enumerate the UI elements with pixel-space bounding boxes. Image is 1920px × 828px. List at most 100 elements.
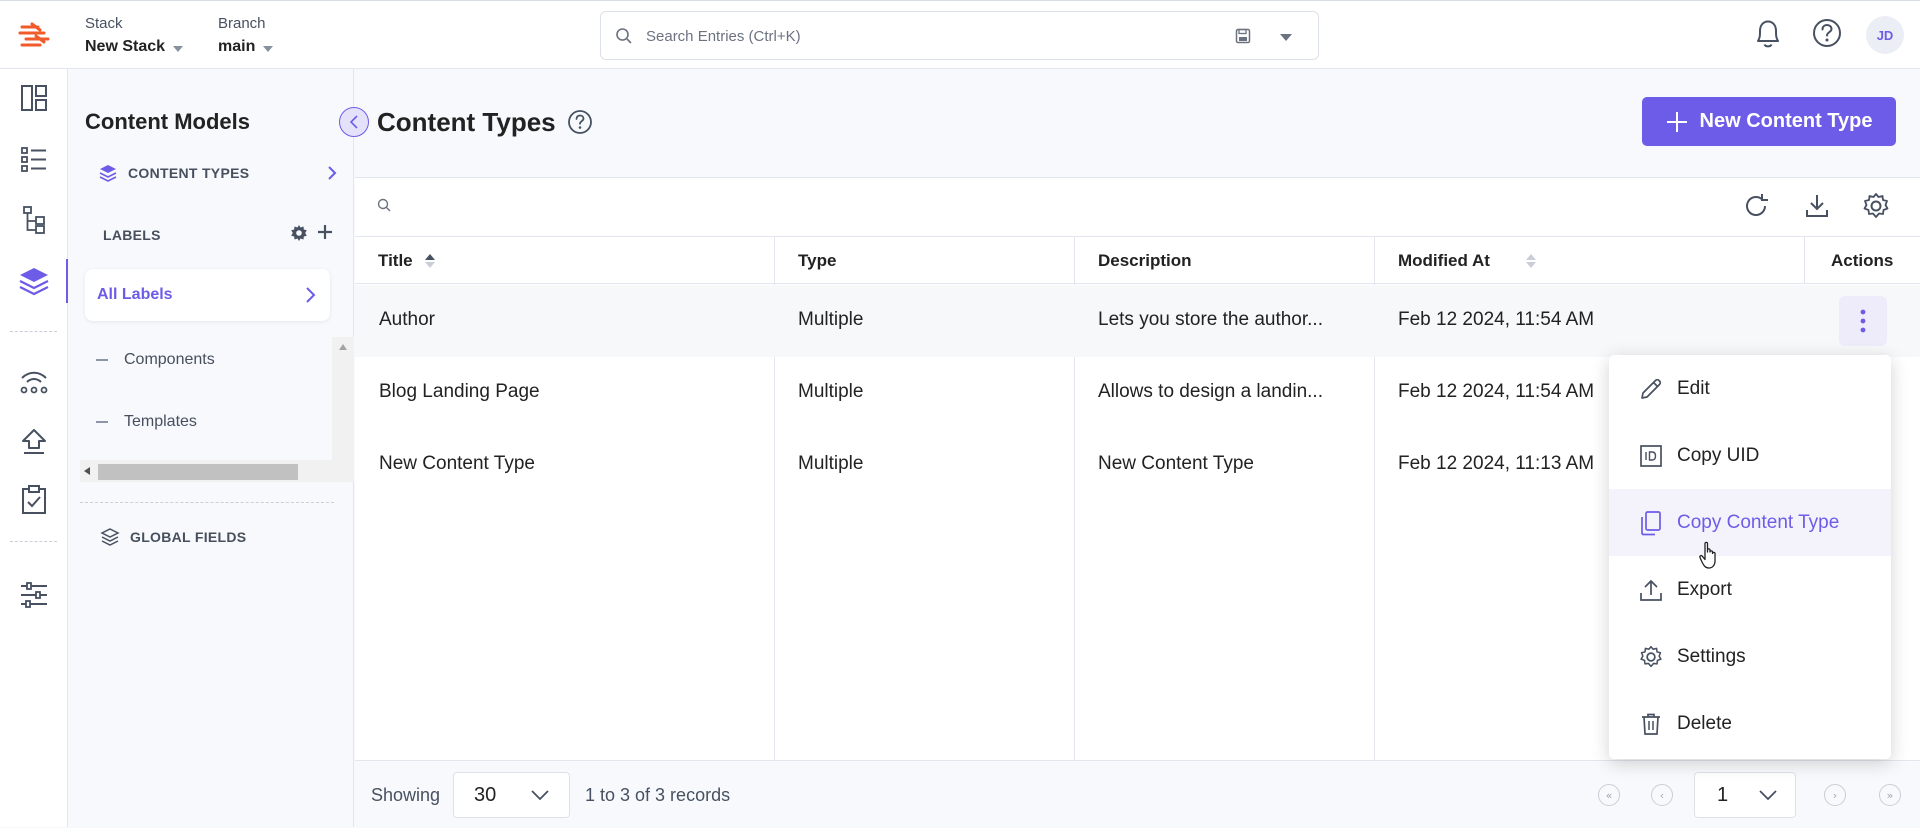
column-header-text: Description (1098, 251, 1192, 270)
cell-type: Multiple (798, 309, 864, 330)
gear-icon[interactable] (290, 224, 308, 242)
cell-modified: Feb 12 2024, 11:13 AM (1398, 453, 1595, 474)
column-header-text: Type (798, 251, 837, 270)
label-item-templates[interactable]: Templates (96, 413, 197, 431)
table-search-icon[interactable] (377, 198, 391, 212)
cell-type: Multiple (798, 453, 864, 474)
column-header-title[interactable]: Title (378, 251, 435, 271)
column-header-text: Title (378, 251, 413, 270)
search-placeholder: Search Entries (Ctrl+K) (646, 28, 801, 45)
menu-item-copy-content-type[interactable]: Copy Content Type (1609, 489, 1891, 556)
notifications-bell-icon[interactable] (1752, 17, 1784, 51)
more-vertical-icon (1860, 309, 1866, 333)
all-labels-text: All Labels (97, 286, 173, 303)
row-actions-button[interactable] (1839, 296, 1887, 346)
column-header-modified-at[interactable]: Modified At (1398, 251, 1536, 271)
pencil-icon (1641, 378, 1662, 399)
menu-item-delete[interactable]: Delete (1609, 690, 1891, 757)
upload-export-icon (1640, 579, 1662, 601)
content-types-nav[interactable]: CONTENT TYPES (98, 163, 338, 183)
entries-list-icon[interactable] (18, 143, 50, 175)
cell-title[interactable]: Blog Landing Page (379, 381, 540, 403)
contentstack-logo[interactable] (18, 21, 50, 51)
sort-icon[interactable] (1525, 254, 1536, 268)
menu-item-label: Delete (1677, 712, 1732, 734)
saved-searches-icon[interactable] (1235, 28, 1251, 44)
avatar[interactable]: JD (1866, 16, 1904, 54)
content-models-icon[interactable] (18, 265, 50, 297)
refresh-icon[interactable] (1742, 192, 1770, 220)
menu-item-copy-uid[interactable]: Copy UID (1609, 422, 1891, 489)
add-label-icon[interactable] (317, 224, 333, 240)
scroll-up-arrow-icon[interactable] (338, 343, 348, 351)
branch-switcher[interactable]: Branch main (218, 15, 274, 56)
last-page-button[interactable]: » (1879, 784, 1901, 806)
content-models-panel: Content Models CONTENT TYPES LABELS All … (68, 69, 354, 827)
plus-icon (1666, 111, 1687, 132)
cell-title[interactable]: New Content Type (379, 453, 535, 475)
menu-item-label: Settings (1677, 645, 1746, 667)
global-fields-label: GLOBAL FIELDS (130, 529, 247, 545)
menu-item-label: Export (1677, 578, 1732, 600)
settings-sliders-icon[interactable] (18, 579, 50, 611)
records-count: 1 to 3 of 3 records (585, 785, 731, 805)
search-dropdown-icon[interactable] (1280, 34, 1292, 41)
table-row[interactable]: Author Multiple Lets you store the autho… (355, 285, 1920, 357)
new-content-type-button[interactable]: New Content Type (1642, 97, 1896, 146)
page-title: Content Types (377, 107, 556, 137)
panel-title: Content Models (85, 109, 250, 134)
showing-label: Showing (371, 785, 441, 805)
labels-heading: LABELS (103, 227, 161, 243)
menu-item-export[interactable]: Export (1609, 556, 1891, 623)
cell-title[interactable]: Author (379, 309, 435, 331)
releases-icon[interactable] (18, 484, 50, 516)
chevron-right-icon (328, 166, 337, 180)
search-entries-input[interactable]: Search Entries (Ctrl+K) (600, 11, 1319, 60)
dash-icon (96, 421, 108, 423)
global-fields-icon (100, 528, 120, 546)
help-icon[interactable] (1811, 17, 1843, 49)
collapse-panel-button[interactable] (339, 107, 369, 137)
table-settings-gear-icon[interactable] (1862, 192, 1890, 220)
dashboard-icon[interactable] (18, 82, 50, 114)
column-header-text: Actions (1831, 251, 1894, 270)
page-size-value: 30 (474, 783, 497, 806)
column-header-description: Description (1098, 251, 1192, 271)
export-download-icon[interactable] (1803, 192, 1831, 220)
chevron-down-icon (173, 45, 184, 52)
page-size-select[interactable]: 30 (453, 772, 570, 818)
top-bar: Stack New Stack Branch main Search Entri… (0, 0, 1920, 69)
scroll-thumb[interactable] (98, 464, 298, 480)
chevron-down-icon (1759, 790, 1777, 800)
global-fields-nav[interactable]: GLOBAL FIELDS (100, 527, 246, 547)
menu-item-label: Copy UID (1677, 444, 1760, 466)
first-page-button[interactable]: « (1598, 784, 1620, 806)
sort-ascending-icon[interactable] (424, 254, 435, 268)
stack-switcher[interactable]: Stack New Stack (85, 15, 184, 56)
taxonomy-icon[interactable] (18, 204, 50, 236)
panel-divider (80, 502, 334, 503)
previous-page-button[interactable]: ‹ (1651, 784, 1673, 806)
copy-icon (1641, 510, 1661, 535)
labels-horizontal-scrollbar[interactable] (80, 460, 354, 482)
label-item-components[interactable]: Components (96, 351, 215, 369)
stack-value: New Stack (85, 38, 166, 55)
left-nav-rail (0, 69, 68, 827)
gear-icon (1640, 645, 1662, 667)
help-circle-icon[interactable] (567, 109, 593, 135)
all-labels-item[interactable]: All Labels (85, 269, 330, 321)
page-number-select[interactable]: 1 (1694, 772, 1796, 818)
rail-divider (10, 541, 57, 542)
label-name: Components (124, 351, 215, 368)
next-page-button[interactable]: › (1824, 784, 1846, 806)
publish-queue-icon[interactable] (18, 426, 50, 458)
chevron-down-icon (531, 790, 549, 800)
stack-layers-icon (99, 165, 117, 182)
menu-item-settings[interactable]: Settings (1609, 623, 1891, 690)
column-header-text: Modified At (1398, 251, 1490, 270)
menu-item-edit[interactable]: Edit (1609, 355, 1891, 422)
scroll-left-arrow-icon[interactable] (83, 466, 91, 476)
cell-description: New Content Type (1098, 453, 1254, 474)
webhooks-icon[interactable] (18, 365, 50, 397)
content-types-label: CONTENT TYPES (128, 165, 250, 181)
